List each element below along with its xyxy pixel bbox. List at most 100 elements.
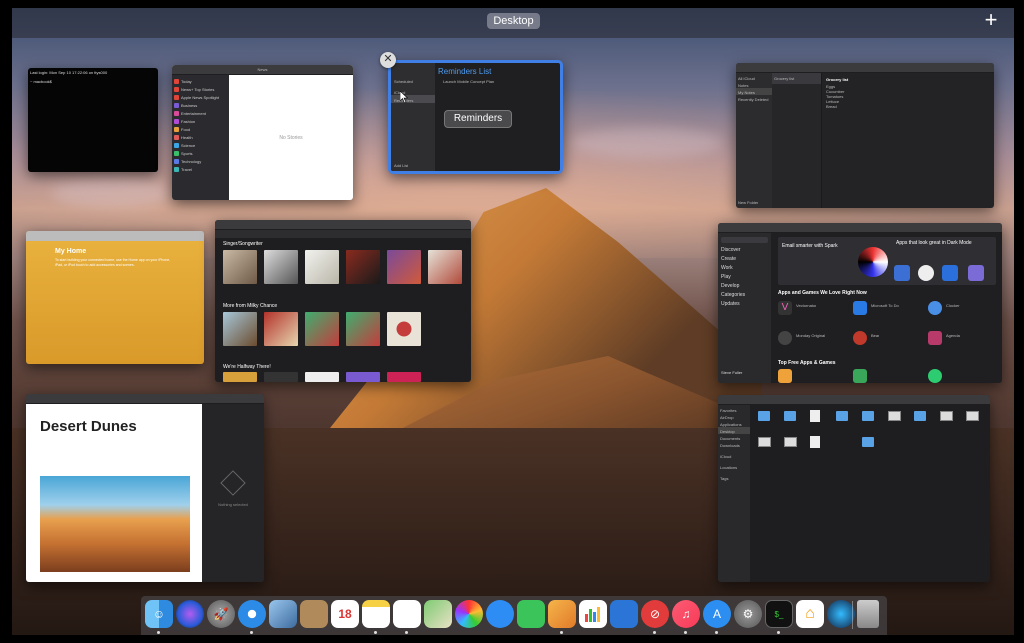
space-desktop[interactable]: Desktop [487,13,540,29]
app-store-icon[interactable]: A [703,600,731,628]
terminal-window[interactable]: Last login: Mon Sep 10 17:22:06 on ttys0… [28,68,158,172]
album-art[interactable] [223,372,257,382]
reminders-sidebar-item[interactable]: iCloud [391,84,435,95]
add-list-button[interactable]: Add List [394,163,408,168]
music-icon[interactable]: ♫ [672,600,700,628]
agenda-icon[interactable] [928,331,942,345]
trash-icon[interactable] [857,600,879,628]
reminders-window[interactable]: Scheduled iCloud Reminders Add List Remi… [388,60,563,174]
album-art[interactable] [387,312,421,346]
finder-sidebar-item[interactable]: iCloud [718,448,750,459]
folder-icon[interactable] [784,411,796,421]
album-art[interactable] [223,250,257,284]
screenshot-icon[interactable] [888,411,901,421]
pages-flyer-window[interactable]: My Home To start building your connected… [26,231,204,364]
calendar-icon[interactable]: 18 [331,600,359,628]
screensaver-icon[interactable] [827,600,855,628]
maps-icon[interactable] [424,600,452,628]
notes-folder[interactable]: Recently Deleted [736,95,772,102]
messages-icon[interactable] [486,600,514,628]
todo-icon[interactable] [853,301,867,315]
news-sidebar-item[interactable]: Sports [174,149,227,157]
photos-icon[interactable] [455,600,483,628]
news-sidebar-item[interactable]: Health [174,133,227,141]
album-art[interactable] [387,250,421,284]
facetime-icon[interactable] [517,600,545,628]
app-store-nav-discover[interactable]: Discover [721,247,768,256]
finder-sidebar-item[interactable]: AirDrop [718,413,750,420]
app-store-nav-create[interactable]: Create [721,256,768,265]
file-icon[interactable] [810,436,820,448]
album-art[interactable] [264,372,298,382]
keynote-icon[interactable] [610,600,638,628]
news-icon[interactable]: ⊘ [641,600,669,628]
numbers-icon[interactable] [579,600,607,628]
finder-sidebar-item[interactable]: Documents [718,434,750,441]
screenshot-icon[interactable] [966,411,979,421]
screenshot-icon[interactable] [940,411,953,421]
folder-icon[interactable] [862,437,874,447]
contacts-icon[interactable] [300,600,328,628]
launchpad-icon[interactable]: 🚀 [207,600,235,628]
app-store-nav-work[interactable]: Work [721,265,768,274]
news-sidebar-item[interactable]: Travel [174,165,227,173]
finder-sidebar-item[interactable]: Tags [718,470,750,481]
safari-icon[interactable] [238,600,266,628]
new-folder-button[interactable]: New Folder [738,200,758,205]
app-icon[interactable] [853,369,867,383]
pages-document-window[interactable]: Desert Dunes Nothing selected [26,394,264,582]
app-store-nav-play[interactable]: Play [721,274,768,283]
album-art[interactable] [305,372,339,382]
news-sidebar-item[interactable]: Apple News Spotlight [174,93,227,101]
finder-sidebar-item[interactable]: Downloads [718,441,750,448]
news-window[interactable]: News Today News+ Top Stories Apple News … [172,65,353,200]
file-icon[interactable] [810,410,820,422]
news-sidebar-item[interactable]: News+ Top Stories [174,85,227,93]
app-icon[interactable] [778,369,792,383]
notes-folder[interactable]: My Notes [736,88,772,95]
app-store-nav-categories[interactable]: Categories [721,292,768,301]
vectornator-icon[interactable]: V [778,301,792,315]
album-art[interactable] [346,372,380,382]
app-store-search[interactable] [721,237,768,243]
notes-window[interactable]: All iCloud Notes My Notes Recently Delet… [736,63,994,208]
album-art[interactable] [428,250,462,284]
news-sidebar-item[interactable]: Business [174,101,227,109]
note-list-item[interactable]: Grocery list [772,73,821,84]
reminders-icon[interactable] [393,600,421,628]
album-art[interactable] [223,312,257,346]
preview-icon[interactable] [269,600,297,628]
whatsapp-icon[interactable] [928,369,942,383]
siri-icon[interactable] [176,600,204,628]
bear-icon[interactable] [853,331,867,345]
album-art[interactable] [346,250,380,284]
screenshot-icon[interactable] [758,437,771,447]
app-store-nav-develop[interactable]: Develop [721,283,768,292]
app-store-window[interactable]: Discover Create Work Play Develop Catego… [718,223,1002,383]
finder-sidebar-item[interactable]: Desktop [718,427,750,434]
app-store-banner[interactable]: Email smarter with Spark Apps that look … [778,237,996,285]
album-art[interactable] [264,312,298,346]
album-art[interactable] [264,250,298,284]
app-store-user[interactable]: Steve Fuller [721,370,742,379]
note-editor[interactable]: Grocery list Eggs Cucumber Tomatoes Lett… [822,73,994,208]
finder-sidebar-item[interactable]: Favorites [718,405,750,413]
screenshot-icon[interactable] [784,437,797,447]
add-space-button[interactable]: + [980,9,1002,32]
system-preferences-icon[interactable]: ⚙ [734,600,762,628]
notes-folder[interactable]: Notes [736,81,772,88]
news-sidebar-item[interactable]: Technology [174,157,227,165]
news-sidebar-item[interactable]: Food [174,125,227,133]
album-art[interactable] [346,312,380,346]
home-icon[interactable]: ⌂ [796,600,824,628]
reminder-item[interactable]: Launch Mobile Concept Plan [443,79,494,84]
finder-sidebar-item[interactable]: Locations [718,459,750,470]
folder-icon[interactable] [862,411,874,421]
terminal-icon[interactable]: $_ [765,600,793,628]
album-art[interactable] [305,250,339,284]
itunes-window[interactable]: Singer/Songwriter More from Milky Chance… [215,220,471,382]
notes-icon[interactable] [362,600,390,628]
folder-icon[interactable] [914,411,926,421]
news-sidebar-item[interactable]: Science [174,141,227,149]
app-store-nav-updates[interactable]: Updates [721,301,768,310]
